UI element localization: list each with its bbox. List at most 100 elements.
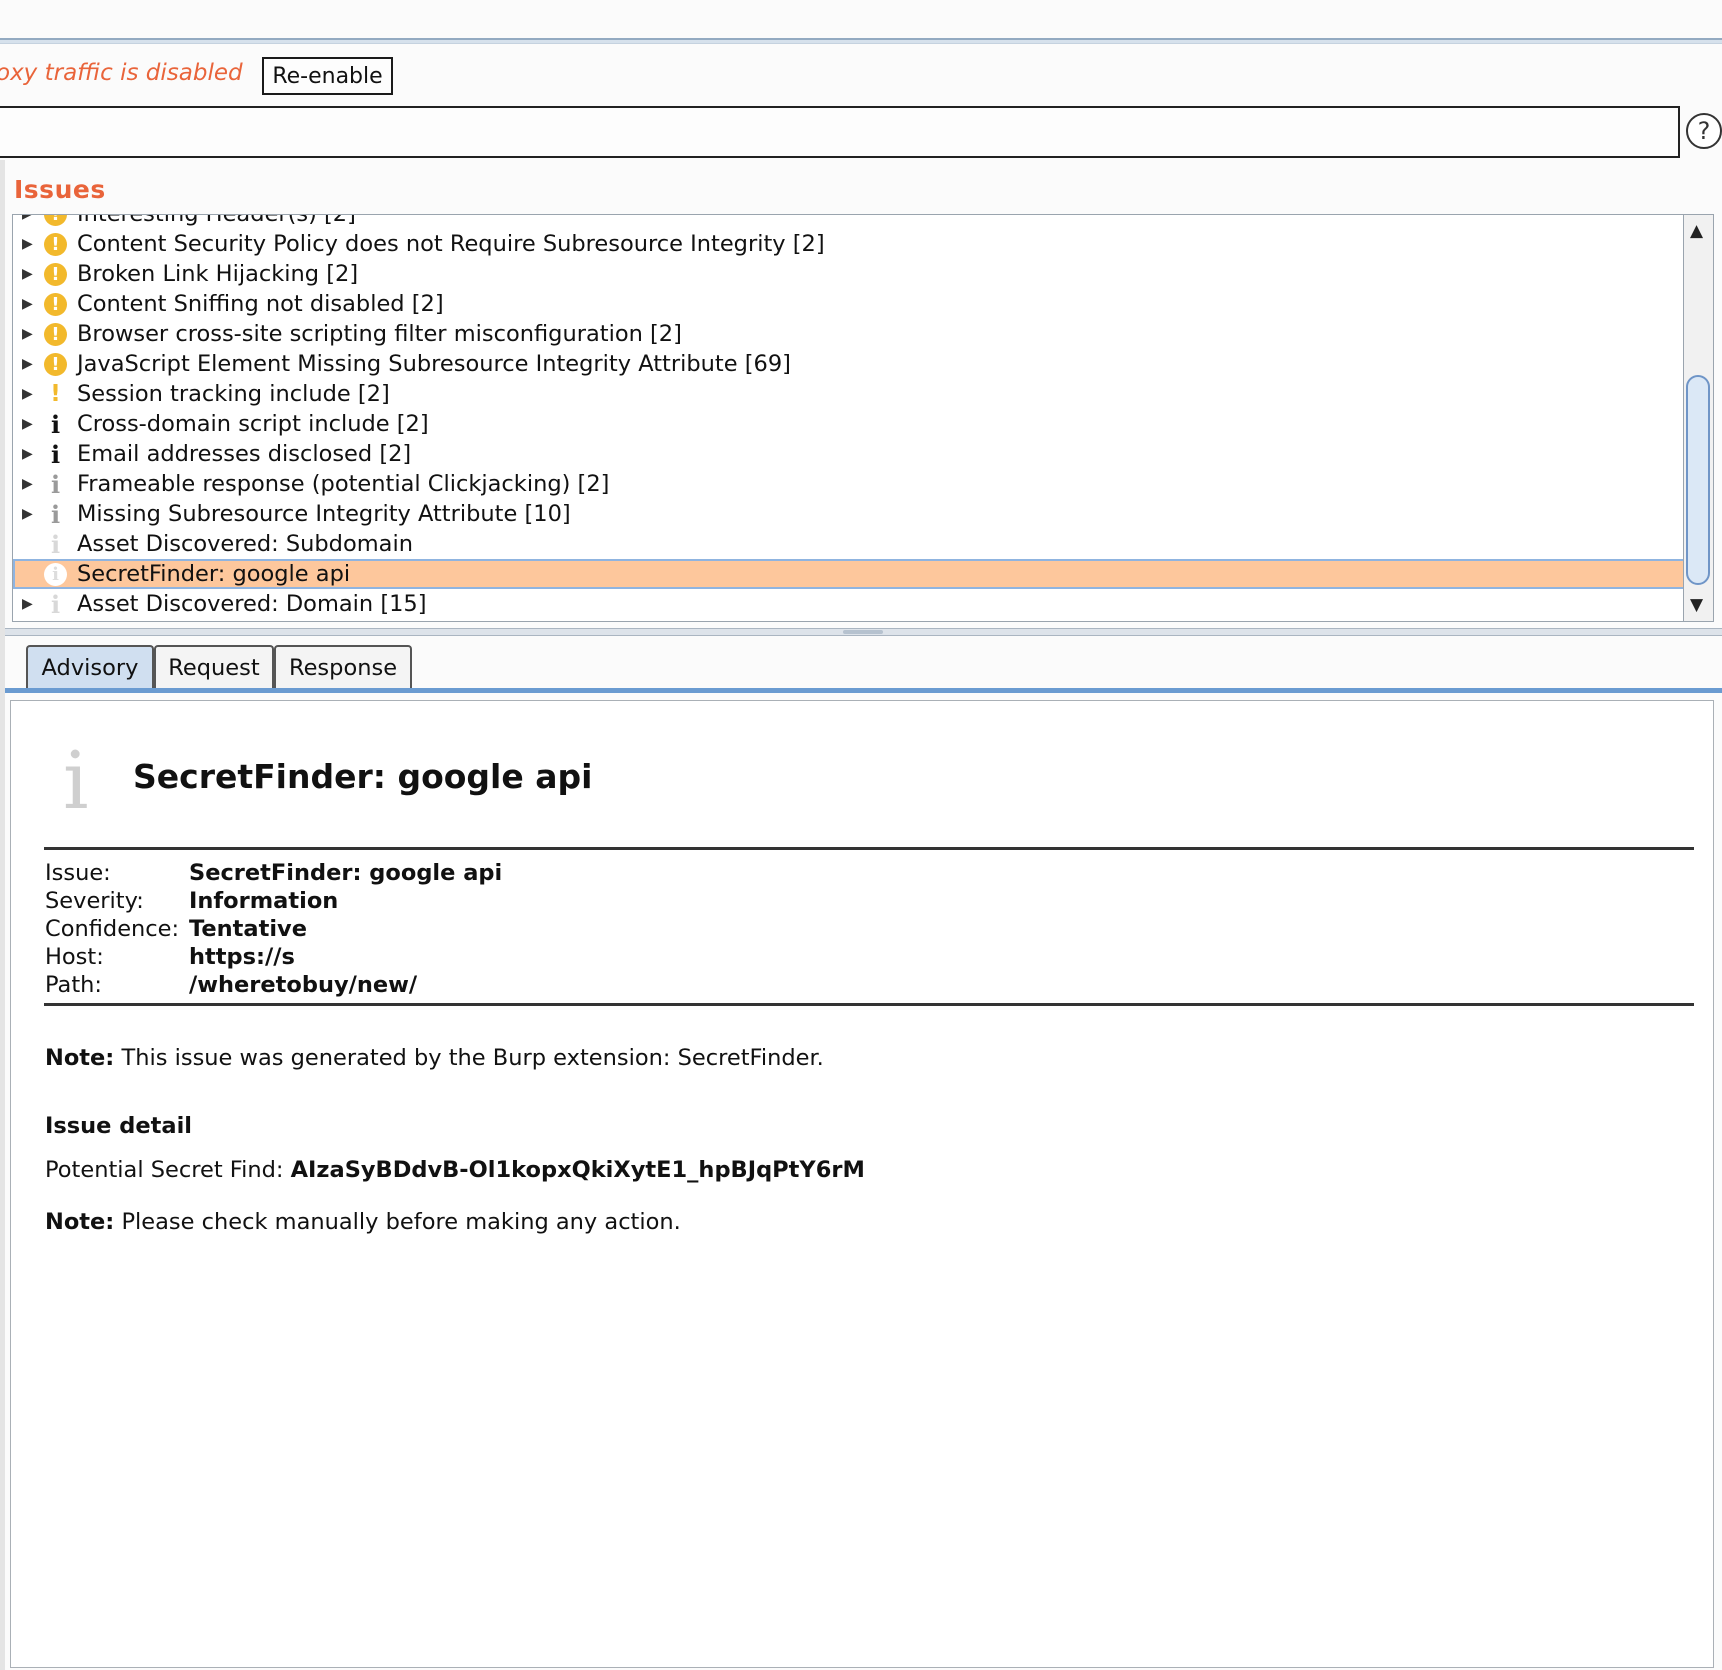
top-divider: [0, 38, 1722, 44]
tree-row-label: Frameable response (potential Clickjacki…: [77, 471, 610, 497]
tree-row-issue[interactable]: ▶ i Missing Subresource Integrity Attribut…: [13, 499, 1683, 529]
tree-row-issue[interactable]: ▶ i Cross-domain script include [2]: [13, 409, 1683, 439]
advisory-panel: i SecretFinder: google api Issue: SecretF…: [10, 700, 1714, 1668]
tree-row-issue[interactable]: ▶ i Frameable response (potential Clickjac…: [13, 469, 1683, 499]
meta-issue-value: SecretFinder: google api: [189, 860, 503, 886]
issues-tree-rows: ▶! Interesting Header(s) [2] ▶! Content Sec…: [13, 214, 1683, 619]
expand-triangle-icon[interactable]: ▶: [22, 349, 36, 379]
info-icon: i: [44, 563, 67, 586]
note-label: Note:: [45, 1209, 115, 1235]
advisory-title: SecretFinder: google api: [133, 757, 593, 796]
scroll-down-icon[interactable]: ▼: [1690, 595, 1703, 615]
meta-label: Confidence:: [45, 916, 180, 942]
expand-triangle-icon[interactable]: ▶: [22, 229, 36, 259]
tree-row-issue[interactable]: ▶ i Asset Discovered: Domain [15]: [13, 589, 1683, 619]
tree-row-label: Browser cross-site scripting filter misc…: [77, 321, 682, 347]
secret-find-line: Potential Secret Find: AIzaSyBDdvB-Ol1ko…: [45, 1157, 865, 1183]
tree-row-label: Asset Discovered: Domain [15]: [77, 591, 427, 617]
tree-row-issue[interactable]: ▶! Browser cross-site scripting filter mi…: [13, 319, 1683, 349]
tree-row-issue[interactable]: ▶! Session tracking include [2]: [13, 379, 1683, 409]
info-icon: i: [63, 734, 89, 827]
note-text: Please check manually before making any …: [114, 1209, 681, 1235]
tree-row-label: Session tracking include [2]: [77, 381, 390, 407]
warning-icon: !: [44, 293, 67, 316]
tree-row-issue[interactable]: i SecretFinder: google api: [13, 559, 1683, 589]
info-icon: i: [50, 440, 61, 469]
info-icon: i: [50, 470, 61, 499]
meta-row-host: Host: https://s: [45, 943, 502, 971]
tree-row-label: Content Security Policy does not Require…: [77, 231, 825, 257]
note-label: Note:: [45, 1045, 115, 1071]
tree-row-label: Interesting Header(s) [2]: [77, 214, 356, 227]
tree-row-issue[interactable]: ▶! JavaScript Element Missing Subresource…: [13, 349, 1683, 379]
tree-row-label: Email addresses disclosed [2]: [77, 441, 412, 467]
info-icon: i: [50, 530, 61, 559]
meta-label: Severity:: [45, 888, 144, 914]
meta-row-path: Path: /wheretobuy/new/: [45, 971, 502, 999]
expand-triangle-icon[interactable]: ▶: [22, 589, 36, 619]
tree-row-label: Cross-domain script include [2]: [77, 411, 429, 437]
issues-title: Issues: [14, 175, 106, 204]
expand-triangle-icon[interactable]: ▶: [22, 379, 36, 409]
tree-row-label: Asset Discovered: Subdomain: [77, 531, 413, 557]
tree-row-label: Content Sniffing not disabled [2]: [77, 291, 444, 317]
left-edge: [0, 160, 5, 1670]
secret-value: AIzaSyBDdvB-Ol1kopxQkiXytE1_hpBJqPtY6rM: [290, 1157, 865, 1183]
tree-row-label: SecretFinder: google api: [77, 561, 351, 587]
meta-label: Host:: [45, 944, 104, 970]
meta-bottom-rule: [44, 1003, 1694, 1006]
info-icon: i: [50, 590, 61, 619]
proxy-disabled-message: oxy traffic is disabled: [0, 60, 243, 86]
tab-response[interactable]: Response: [274, 645, 412, 689]
expand-triangle-icon[interactable]: ▶: [22, 409, 36, 439]
divider-grip-icon[interactable]: [843, 630, 883, 634]
warning-icon: !: [44, 323, 67, 346]
issues-tree[interactable]: ▶! Interesting Header(s) [2] ▶! Content Sec…: [12, 214, 1684, 622]
note-extension: Note: This issue was generated by the Bu…: [45, 1045, 824, 1071]
meta-top-rule: [44, 847, 1694, 850]
tree-row-issue[interactable]: ▶! Interesting Header(s) [2]: [13, 214, 1683, 229]
expand-triangle-icon[interactable]: ▶: [22, 215, 36, 229]
issue-detail-heading: Issue detail: [45, 1113, 192, 1139]
help-icon[interactable]: ?: [1686, 113, 1722, 149]
tab-request[interactable]: Request: [154, 645, 274, 689]
warning-icon: !: [44, 215, 67, 226]
expand-triangle-icon[interactable]: ▶: [22, 259, 36, 289]
tree-row-label: JavaScript Element Missing Subresource I…: [77, 351, 791, 377]
warning-icon: !: [44, 353, 67, 376]
meta-host-value: https://s: [189, 944, 295, 970]
meta-label: Path:: [45, 972, 103, 998]
expand-triangle-icon[interactable]: ▶: [22, 439, 36, 469]
tree-row-issue[interactable]: ▶ i Email addresses disclosed [2]: [13, 439, 1683, 469]
tree-row-issue[interactable]: ▶! Broken Link Hijacking [2]: [13, 259, 1683, 289]
info-icon: i: [50, 500, 61, 529]
meta-severity-value: Information: [189, 888, 339, 914]
expand-triangle-icon[interactable]: ▶: [22, 289, 36, 319]
meta-confidence-value: Tentative: [189, 916, 307, 942]
tree-row-label: Broken Link Hijacking [2]: [77, 261, 359, 287]
issues-scrollbar[interactable]: ▲ ▼: [1684, 214, 1714, 622]
note-text: This issue was generated by the Burp ext…: [114, 1045, 824, 1071]
meta-label: Issue:: [45, 860, 111, 886]
secret-label: Potential Secret Find:: [45, 1157, 291, 1183]
meta-row-confidence: Confidence: Tentative: [45, 915, 502, 943]
filter-bar[interactable]: [0, 106, 1680, 158]
tree-row-label: Missing Subresource Integrity Attribute …: [77, 501, 571, 527]
tab-underline: [5, 688, 1722, 693]
reenable-button[interactable]: Re-enable: [262, 57, 393, 95]
expand-triangle-icon[interactable]: ▶: [22, 499, 36, 529]
tree-row-issue[interactable]: i Asset Discovered: Subdomain: [13, 529, 1683, 559]
tab-advisory[interactable]: Advisory: [26, 645, 154, 689]
meta-path-value: /wheretobuy/new/: [189, 972, 418, 998]
expand-triangle-icon[interactable]: ▶: [22, 469, 36, 499]
meta-row-issue: Issue: SecretFinder: google api: [45, 859, 502, 887]
scroll-up-icon[interactable]: ▲: [1690, 221, 1703, 241]
expand-triangle-icon[interactable]: ▶: [22, 319, 36, 349]
tree-row-issue[interactable]: ▶! Content Sniffing not disabled [2]: [13, 289, 1683, 319]
exclamation-icon: !: [50, 381, 61, 407]
scroll-thumb[interactable]: [1686, 375, 1710, 585]
meta-row-severity: Severity: Information: [45, 887, 502, 915]
tree-row-issue[interactable]: ▶! Content Security Policy does not Requi…: [13, 229, 1683, 259]
warning-icon: !: [44, 233, 67, 256]
info-icon: i: [50, 410, 61, 439]
